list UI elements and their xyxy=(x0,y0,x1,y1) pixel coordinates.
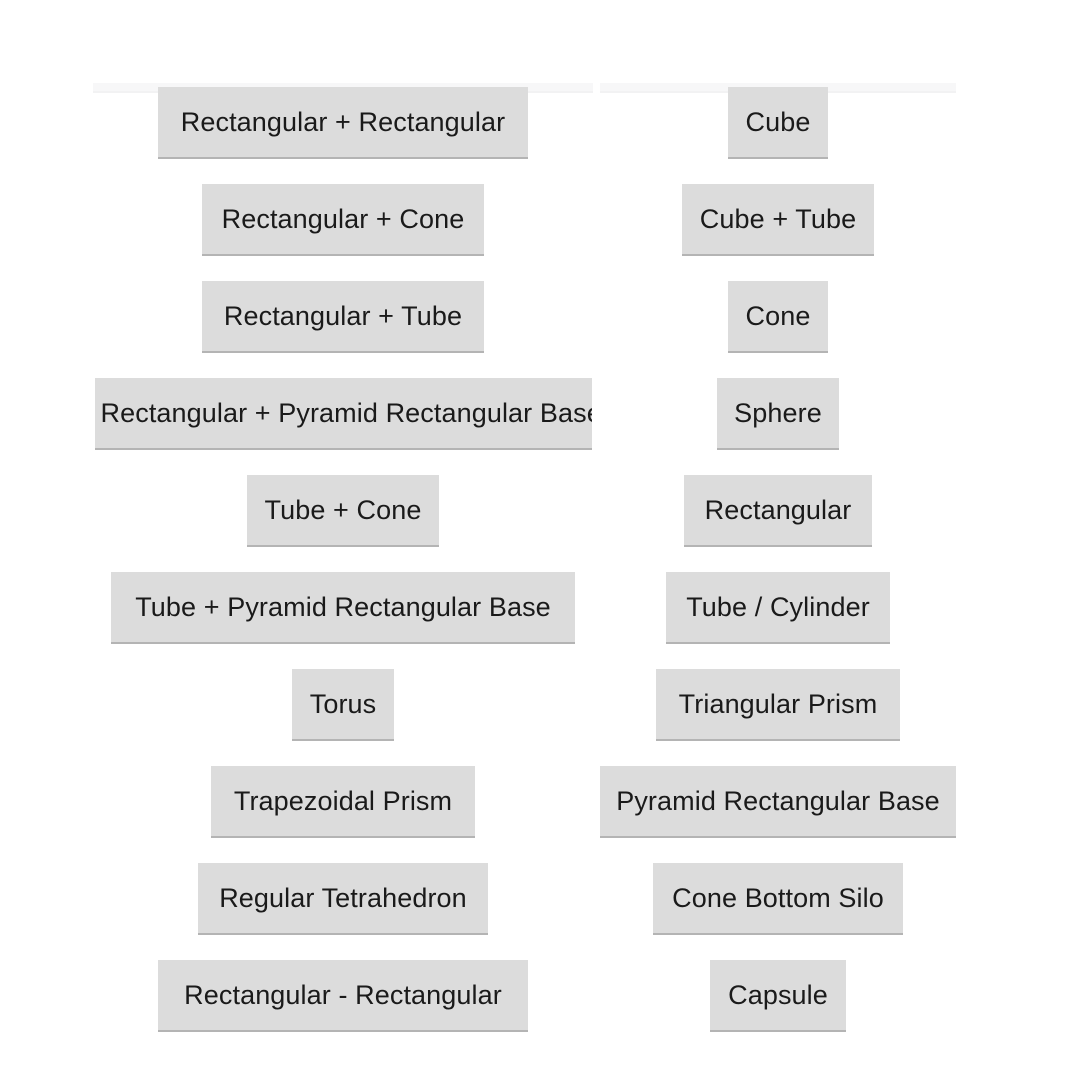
shape-chip[interactable]: Cube xyxy=(728,87,828,159)
chip-row: Rectangular + Pyramid Rectangular Base xyxy=(43,378,643,450)
chip-row: Rectangular xyxy=(600,475,956,547)
shape-chip-label: Tube + Cone xyxy=(264,494,422,525)
chip-row: Cube + Tube xyxy=(600,184,956,256)
chip-row: Torus xyxy=(43,669,643,741)
shape-chip[interactable]: Rectangular xyxy=(684,475,872,547)
shape-chip[interactable]: Sphere xyxy=(717,378,839,450)
shape-chip[interactable]: Rectangular + Tube xyxy=(202,281,484,353)
shape-chip[interactable]: Cone xyxy=(728,281,828,353)
shape-chip[interactable]: Rectangular + Rectangular xyxy=(158,87,528,159)
right-column: Cube Cube + Tube Cone Sphere Rectangular Tube… xyxy=(600,0,1080,1080)
shape-chip[interactable]: Pyramid Rectangular Base xyxy=(600,766,956,838)
chip-row: Tube + Pyramid Rectangular Base xyxy=(43,572,643,644)
chip-row: Rectangular + Rectangular xyxy=(43,87,643,159)
shape-chip-label: Regular Tetrahedron xyxy=(219,882,467,913)
chip-row: Sphere xyxy=(600,378,956,450)
shape-chip-label: Triangular Prism xyxy=(678,688,878,719)
shape-chip-label: Cube + Tube xyxy=(699,203,857,234)
chip-row: Rectangular - Rectangular xyxy=(43,960,643,1032)
chip-row: Tube / Cylinder xyxy=(600,572,956,644)
shape-chip-label: Rectangular xyxy=(704,494,852,525)
shape-chip-label: Rectangular - Rectangular xyxy=(184,979,502,1010)
shape-chip-label: Trapezoidal Prism xyxy=(233,785,453,816)
shape-chip[interactable]: Tube / Cylinder xyxy=(666,572,890,644)
shape-chip-label: Rectangular + Cone xyxy=(221,203,465,234)
chip-row: Rectangular + Cone xyxy=(43,184,643,256)
shape-chip-label: Capsule xyxy=(728,979,828,1010)
chip-row: Trapezoidal Prism xyxy=(43,766,643,838)
left-column: Rectangular + Rectangular Rectangular + C… xyxy=(0,0,600,1080)
shape-chip[interactable]: Rectangular + Pyramid Rectangular Base xyxy=(94,378,592,450)
shape-chip-label: Rectangular + Pyramid Rectangular Base xyxy=(100,397,592,428)
shape-chip-board: Rectangular + Rectangular Rectangular + C… xyxy=(0,0,1080,1080)
shape-chip-label: Rectangular + Rectangular xyxy=(180,106,506,137)
shape-chip[interactable]: Cone Bottom Silo xyxy=(653,863,903,935)
shape-chip[interactable]: Regular Tetrahedron xyxy=(198,863,488,935)
chip-row: Cube xyxy=(600,87,956,159)
chip-row: Triangular Prism xyxy=(600,669,956,741)
shape-chip[interactable]: Rectangular + Cone xyxy=(202,184,484,256)
shape-chip-label: Torus xyxy=(309,688,377,719)
chip-row: Tube + Cone xyxy=(43,475,643,547)
shape-chip[interactable]: Trapezoidal Prism xyxy=(211,766,475,838)
shape-chip[interactable]: Triangular Prism xyxy=(656,669,900,741)
shape-chip[interactable]: Rectangular - Rectangular xyxy=(158,960,528,1032)
shape-chip[interactable]: Tube + Cone xyxy=(247,475,439,547)
chip-row: Rectangular + Tube xyxy=(43,281,643,353)
chip-row: Cone xyxy=(600,281,956,353)
chip-row: Cone Bottom Silo xyxy=(600,863,956,935)
shape-chip[interactable]: Capsule xyxy=(710,960,846,1032)
chip-row: Pyramid Rectangular Base xyxy=(600,766,956,838)
chip-row: Capsule xyxy=(600,960,956,1032)
shape-chip[interactable]: Cube + Tube xyxy=(682,184,874,256)
shape-chip-label: Rectangular + Tube xyxy=(223,300,463,331)
shape-chip-label: Tube / Cylinder xyxy=(686,591,870,622)
shape-chip-label: Cone xyxy=(745,300,811,331)
shape-chip[interactable]: Tube + Pyramid Rectangular Base xyxy=(111,572,575,644)
shape-chip-label: Sphere xyxy=(734,397,822,428)
shape-chip-label: Tube + Pyramid Rectangular Base xyxy=(135,591,551,622)
shape-chip-label: Cube xyxy=(745,106,811,137)
shape-chip[interactable]: Torus xyxy=(292,669,394,741)
shape-chip-label: Cone Bottom Silo xyxy=(672,882,884,913)
chip-row: Regular Tetrahedron xyxy=(43,863,643,935)
shape-chip-label: Pyramid Rectangular Base xyxy=(616,785,940,816)
